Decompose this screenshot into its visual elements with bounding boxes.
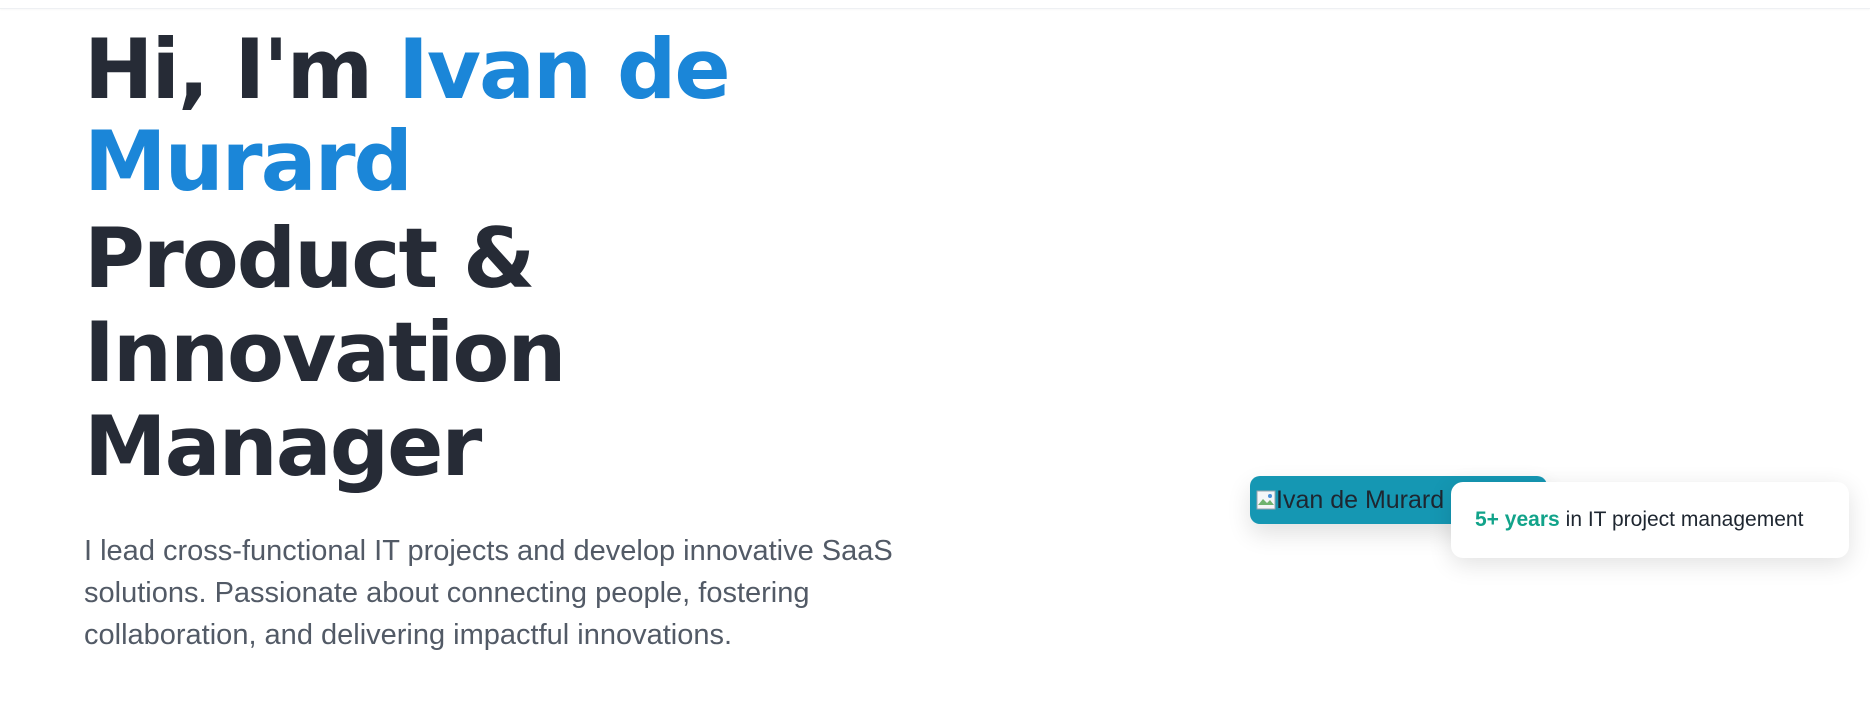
- hero-greeting: Hi, I'm Ivan de Murard: [84, 24, 984, 208]
- hero-intro: I lead cross-functional IT projects and …: [84, 535, 893, 651]
- experience-badge: 5+ years in IT project management: [1451, 482, 1849, 558]
- header-divider: [0, 0, 1870, 9]
- experience-label: in IT project management: [1565, 508, 1804, 531]
- hero-role: Product & Innovation Manager: [84, 210, 566, 495]
- hero-section: Hi, I'm Ivan de Murard Product & Innovat…: [84, 24, 984, 494]
- broken-image-icon: [1256, 490, 1276, 510]
- profile-photo-alt-text: Ivan de Murard: [1276, 485, 1445, 514]
- greeting-prefix: Hi, I'm: [84, 21, 399, 118]
- experience-years: 5+ years: [1475, 508, 1560, 531]
